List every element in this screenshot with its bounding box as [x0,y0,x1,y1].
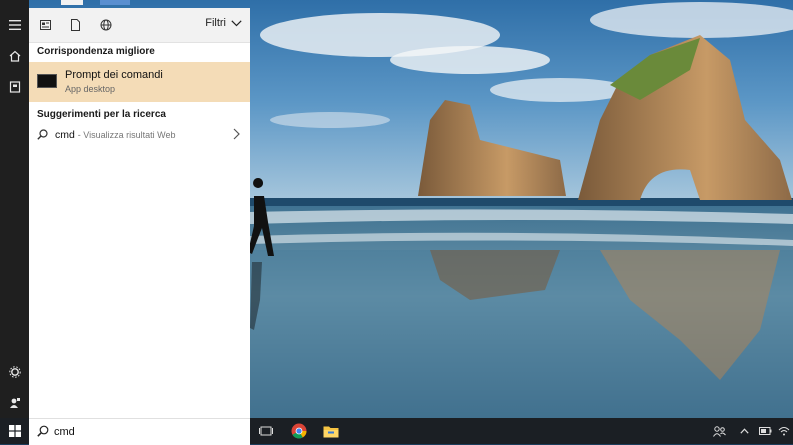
globe-icon[interactable] [97,16,115,34]
desktop-icon-partial[interactable] [100,0,130,5]
taskbar-search-box[interactable] [29,418,250,445]
news-icon[interactable] [36,16,54,34]
wifi-icon[interactable] [776,418,792,444]
best-match-heading: Corrispondenza migliore [37,46,155,57]
web-suggestion[interactable]: cmd - Visualizza risultati Web [29,124,250,146]
command-prompt-icon [37,74,57,88]
best-match-type: App desktop [65,84,116,94]
filters-label: Filtri [205,17,226,29]
task-view-icon[interactable] [250,418,282,444]
panel-toolbar: Filtri [29,8,250,43]
best-match-name: Prompt dei comandi [65,69,163,81]
search-icon [37,425,49,437]
search-input[interactable] [54,423,234,441]
hamburger-icon[interactable] [0,12,29,38]
notebook-icon[interactable] [0,74,29,100]
filters-dropdown[interactable]: Filtri [205,17,242,29]
home-icon[interactable] [0,43,29,69]
windows-start-icon[interactable] [0,418,29,444]
search-panel: Filtri Corrispondenza migliore Prompt de… [29,8,250,418]
user-feedback-icon[interactable] [0,390,29,416]
settings-icon[interactable] [0,359,29,385]
suggestions-heading: Suggerimenti per la ricerca [37,109,166,120]
search-icon [37,129,48,140]
document-icon[interactable] [66,16,84,34]
suggestion-text: cmd - Visualizza risultati Web [55,129,175,141]
start-rail [0,0,29,418]
suggestion-query: cmd [55,129,75,141]
suggestion-desc: - Visualizza risultati Web [77,130,176,140]
chrome-icon[interactable] [283,418,315,444]
chevron-up-icon[interactable] [735,418,753,444]
file-explorer-icon[interactable] [315,418,347,444]
chevron-down-icon [231,19,242,26]
chevron-right-icon[interactable] [233,128,240,140]
people-icon[interactable] [709,418,729,444]
best-match-result[interactable]: Prompt dei comandi App desktop [29,62,250,102]
desktop-icon-partial[interactable] [61,0,83,5]
battery-icon[interactable] [757,418,773,444]
